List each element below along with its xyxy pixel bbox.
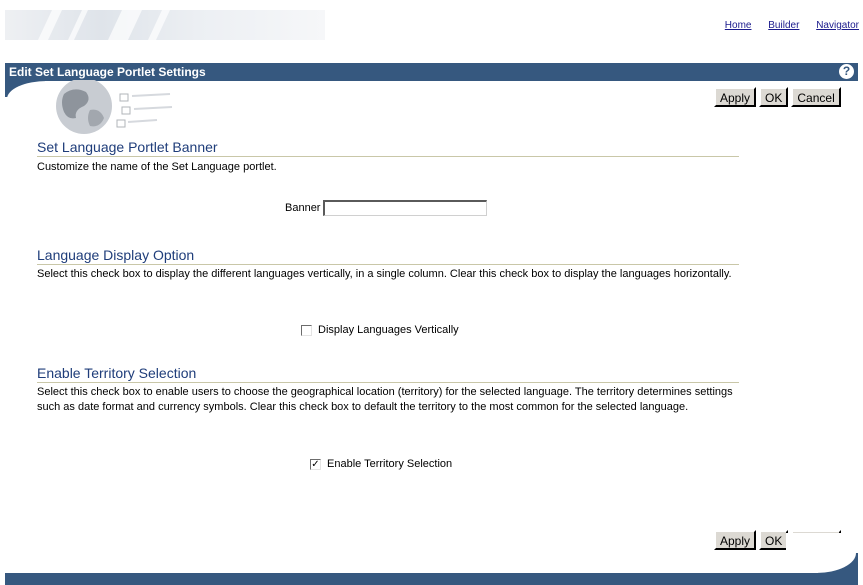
display-section-title: Language Display Option (37, 247, 195, 263)
section-divider (37, 156, 739, 157)
banner-field-row: Banner (285, 200, 488, 216)
page-header-bar: Edit Set Language Portlet Settings ? (5, 63, 858, 81)
page-title: Edit Set Language Portlet Settings (9, 65, 206, 79)
territory-section-description: Select this check box to enable users to… (37, 386, 733, 413)
ok-button-bottom[interactable]: OK (759, 530, 789, 550)
banner-section-title: Set Language Portlet Banner (37, 139, 218, 155)
display-vertically-label: Display Languages Vertically (318, 324, 459, 336)
ok-button-top[interactable]: OK (759, 87, 789, 107)
navigator-link[interactable]: Navigator (816, 20, 859, 31)
display-vertically-checkbox[interactable] (301, 324, 312, 336)
display-section-description: Select this check box to display the dif… (37, 268, 732, 280)
globe-illustration (56, 80, 173, 134)
apply-button-bottom[interactable]: Apply (714, 530, 757, 550)
display-vertical-option: Display Languages Vertically (301, 324, 459, 336)
cancel-button-top[interactable]: Cancel (791, 87, 841, 107)
section-divider (37, 382, 739, 383)
top-button-row: Apply OK Cancel (714, 87, 841, 107)
territory-section-title: Enable Territory Selection (37, 365, 197, 381)
section-divider (37, 264, 739, 265)
builder-link[interactable]: Builder (768, 20, 799, 31)
enable-territory-label: Enable Territory Selection (327, 458, 453, 470)
home-link[interactable]: Home (725, 20, 752, 31)
footer-curve-decoration (786, 533, 858, 573)
banner-label: Banner (285, 202, 321, 214)
territory-option: ✓ Enable Territory Selection (310, 458, 452, 470)
help-icon[interactable]: ? (839, 64, 854, 79)
banner-section-description: Customize the name of the Set Language p… (37, 161, 277, 173)
enable-territory-checkbox[interactable]: ✓ (310, 458, 321, 470)
header-curve-decoration (5, 81, 77, 113)
banner-input[interactable] (323, 200, 488, 216)
apply-button-top[interactable]: Apply (714, 87, 757, 107)
global-nav: Home Builder Navigator (711, 20, 859, 31)
page-footer-bar (5, 573, 858, 585)
portal-logo-banner (5, 10, 325, 40)
